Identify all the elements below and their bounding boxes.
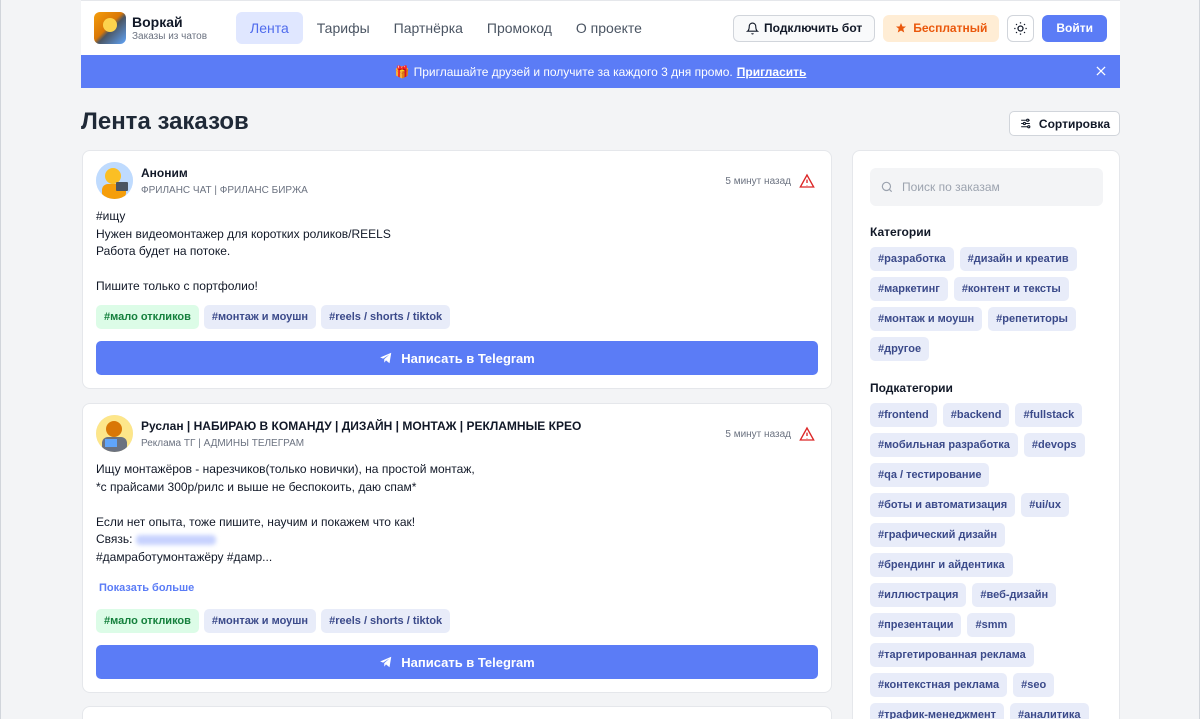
order-time: 5 минут назад bbox=[725, 429, 791, 440]
close-icon[interactable] bbox=[1094, 64, 1108, 78]
window-edge-left bbox=[0, 0, 1, 719]
nav-feed[interactable]: Лента bbox=[236, 12, 303, 44]
main-nav: Лента Тарифы Партнёрка Промокод О проект… bbox=[236, 12, 652, 44]
subcategory-chip[interactable]: #fullstack bbox=[1015, 403, 1083, 427]
order-source: Реклама ТГ | АДМИНЫ ТЕЛЕГРАМ bbox=[141, 438, 305, 449]
report-warning-icon[interactable] bbox=[799, 173, 815, 189]
subcategory-chip[interactable]: #qa / тестирование bbox=[870, 463, 990, 487]
nav-partners[interactable]: Партнёрка bbox=[384, 12, 473, 44]
order-text: #ищу Нужен видеомонтажер для коротких ро… bbox=[96, 209, 391, 293]
category-chip[interactable]: #репетиторы bbox=[988, 307, 1076, 331]
sort-button[interactable]: Сортировка bbox=[1009, 111, 1120, 136]
tag-reels[interactable]: #reels / shorts / tiktok bbox=[321, 305, 451, 329]
hidden-contact bbox=[135, 534, 216, 545]
show-more-link[interactable]: Показать больше bbox=[99, 582, 194, 594]
banner-text: Приглашайте друзей и получите за каждого… bbox=[413, 64, 733, 79]
subcategory-chip[interactable]: #мобильная разработка bbox=[870, 433, 1018, 457]
subcategory-chip[interactable]: #боты и автоматизация bbox=[870, 493, 1016, 517]
category-chip[interactable]: #разработка bbox=[870, 247, 954, 271]
free-plan-button[interactable]: Бесплатный bbox=[883, 14, 1000, 42]
subcategory-chip[interactable]: #таргетированная реклама bbox=[870, 643, 1034, 667]
category-chip[interactable]: #контент и тексты bbox=[953, 277, 1069, 301]
write-telegram-button[interactable]: Написать в Telegram bbox=[96, 341, 818, 375]
subcategory-chip[interactable]: #smm bbox=[967, 613, 1016, 637]
subcategory-chip[interactable]: #аналитика bbox=[1009, 703, 1089, 719]
order-author[interactable]: Руслан | НАБИРАЮ В КОМАНДУ | ДИЗАЙН | МО… bbox=[141, 419, 581, 433]
subcategory-chip[interactable]: #иллюстрация bbox=[870, 583, 967, 607]
subcategory-chip[interactable]: #seo bbox=[1013, 673, 1055, 697]
subcategory-chip[interactable]: #графический дизайн bbox=[870, 523, 1006, 547]
tag-reels[interactable]: #reels / shorts / tiktok bbox=[321, 609, 451, 633]
order-card: Руслан | НАБИРАЮ В КОМАНДУ | ДИЗАЙН | МО… bbox=[82, 403, 832, 693]
app-name: Воркай bbox=[132, 14, 183, 30]
category-chip[interactable]: #маркетинг bbox=[870, 277, 948, 301]
order-source: ФРИЛАНС ЧАТ | ФРИЛАНС БИРЖА bbox=[141, 185, 308, 196]
avatar bbox=[96, 415, 133, 452]
order-author[interactable]: Аноним bbox=[141, 166, 188, 180]
subcategories-heading: Подкатегории bbox=[870, 381, 953, 395]
subcategory-chip[interactable]: #презентации bbox=[870, 613, 962, 637]
category-chip[interactable]: #монтаж и моушн bbox=[870, 307, 983, 331]
star-icon bbox=[896, 23, 907, 33]
avatar bbox=[96, 162, 133, 199]
category-chip[interactable]: #дизайн и креатив bbox=[959, 247, 1077, 271]
sun-icon bbox=[1014, 21, 1028, 35]
subcategory-chip[interactable]: #трафик-менеджмент bbox=[870, 703, 1004, 719]
search-input[interactable] bbox=[902, 180, 1092, 194]
filter-sidebar: Категории #разработка#дизайн и креатив #м… bbox=[852, 150, 1120, 719]
subcategory-chip[interactable]: #devops bbox=[1023, 433, 1085, 457]
categories-heading: Категории bbox=[870, 225, 931, 239]
sliders-icon bbox=[1021, 118, 1031, 129]
category-list: #разработка #дизайн и креатив #маркетинг #к… bbox=[870, 247, 1110, 361]
subcategory-chip[interactable]: #ui/ux bbox=[1021, 493, 1070, 517]
subcategory-chip[interactable]: #контекстная реклама bbox=[870, 673, 1008, 697]
bell-icon bbox=[746, 22, 760, 34]
subcategory-chip[interactable]: #брендинг и айдентика bbox=[870, 553, 1013, 577]
write-telegram-label: Написать в Telegram bbox=[401, 350, 535, 366]
subcategory-chip[interactable]: #backend bbox=[942, 403, 1010, 427]
login-button[interactable]: Войти bbox=[1042, 14, 1107, 42]
promo-banner: 🎁 Приглашайте друзей и получите за каждо… bbox=[81, 55, 1120, 88]
connect-bot-label: Подключить бот bbox=[764, 21, 863, 35]
subcategory-list: #frontend #backend #fullstack #мобильная ра… bbox=[870, 403, 1110, 719]
telegram-icon bbox=[380, 352, 392, 364]
subcategory-chip[interactable]: #frontend bbox=[870, 403, 937, 427]
order-card bbox=[82, 706, 832, 719]
connect-bot-button[interactable]: Подключить бот bbox=[733, 14, 876, 42]
subcategory-chip[interactable]: #веб-дизайн bbox=[972, 583, 1057, 607]
page-title: Лента заказов bbox=[81, 108, 249, 135]
app-subtitle: Заказы из чатов bbox=[132, 31, 208, 42]
invite-link[interactable]: Пригласить bbox=[737, 65, 807, 79]
write-telegram-button[interactable]: Написать в Telegram bbox=[96, 645, 818, 679]
order-card: Аноним ФРИЛАНС ЧАТ | ФРИЛАНС БИРЖА 5 мин… bbox=[82, 150, 832, 389]
telegram-icon bbox=[380, 656, 392, 668]
tag-montage[interactable]: #монтаж и моушн bbox=[203, 609, 317, 633]
search-icon bbox=[881, 181, 893, 193]
logo[interactable]: Воркай Заказы из чатов bbox=[94, 12, 224, 44]
category-chip[interactable]: #другое bbox=[870, 337, 930, 361]
nav-promocode[interactable]: Промокод bbox=[477, 12, 562, 44]
nav-tariffs[interactable]: Тарифы bbox=[307, 12, 380, 44]
top-header: Воркай Заказы из чатов Лента Тарифы Парт… bbox=[81, 0, 1120, 55]
sort-label: Сортировка bbox=[1038, 116, 1111, 131]
tag-montage[interactable]: #монтаж и моушн bbox=[203, 305, 317, 329]
logo-icon bbox=[94, 12, 126, 44]
write-telegram-label: Написать в Telegram bbox=[401, 654, 535, 670]
order-time: 5 минут назад bbox=[725, 176, 791, 187]
report-warning-icon[interactable] bbox=[799, 426, 815, 442]
free-plan-label: Бесплатный bbox=[913, 21, 988, 35]
search-box[interactable] bbox=[870, 168, 1103, 206]
theme-toggle-button[interactable] bbox=[1007, 14, 1035, 42]
tag-few-responses[interactable]: #мало откликов bbox=[96, 305, 199, 329]
gift-icon: 🎁 bbox=[394, 64, 410, 79]
order-text: Ищу монтажёров - нарезчиков(только нович… bbox=[96, 462, 475, 564]
nav-about[interactable]: О проекте bbox=[566, 12, 652, 44]
tag-few-responses[interactable]: #мало откликов bbox=[96, 609, 199, 633]
